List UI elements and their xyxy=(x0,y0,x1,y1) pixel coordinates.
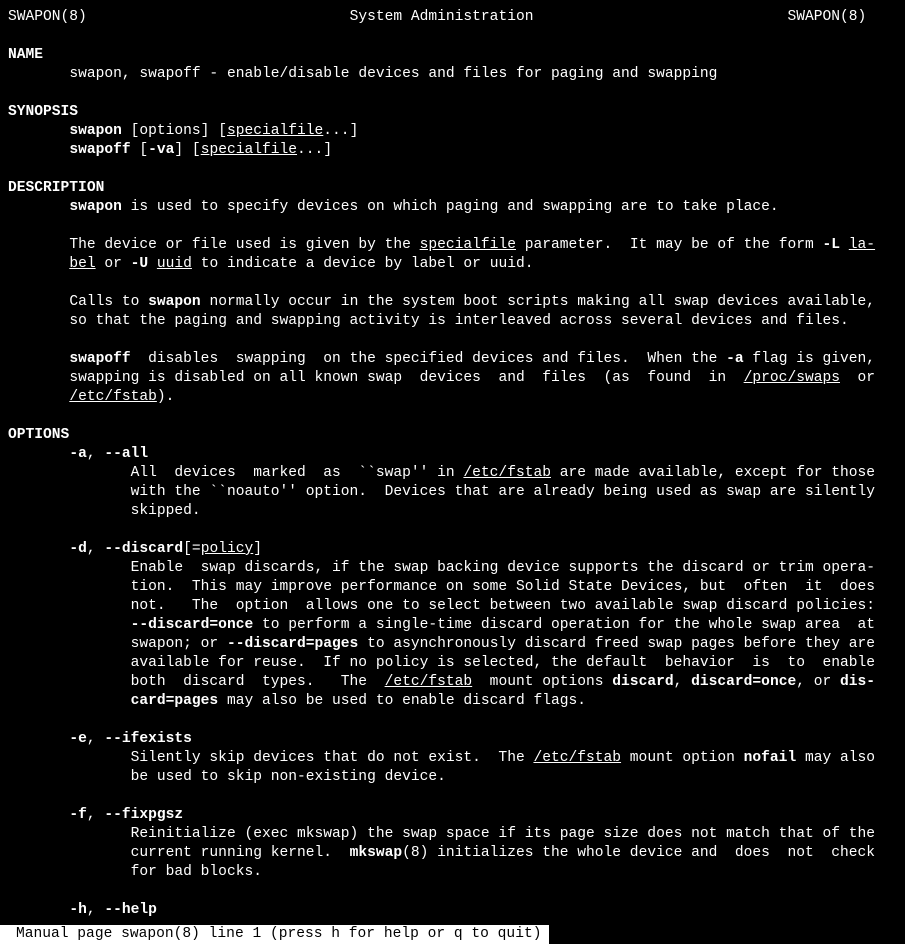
name-line: swapon, swapoff - enable/disable devices… xyxy=(69,66,717,82)
man-page: SWAPON(8) System Administration SWAPON(8… xyxy=(0,0,905,920)
section-description: DESCRIPTION xyxy=(8,180,104,196)
opt-e: -e xyxy=(69,731,87,747)
pager-status-bar[interactable]: Manual page swapon(8) line 1 (press h fo… xyxy=(0,925,549,944)
opt-d: -d xyxy=(69,541,87,557)
section-options: OPTIONS xyxy=(8,427,69,443)
header-center: System Administration xyxy=(350,9,534,25)
section-synopsis: SYNOPSIS xyxy=(8,104,78,120)
opt-h: -h xyxy=(69,902,87,918)
header-left: SWAPON(8) xyxy=(8,9,87,25)
section-name: NAME xyxy=(8,47,43,63)
opt-a: -a xyxy=(69,446,87,462)
syn-swapoff: swapoff xyxy=(69,142,130,158)
path-etc-fstab: /etc/fstab xyxy=(69,389,157,405)
path-proc-swaps: /proc/swaps xyxy=(744,370,840,386)
header-right: SWAPON(8) xyxy=(787,9,866,25)
syn-specialfile: specialfile xyxy=(227,123,323,139)
opt-f: -f xyxy=(69,807,87,823)
syn-swapon: swapon xyxy=(69,123,122,139)
